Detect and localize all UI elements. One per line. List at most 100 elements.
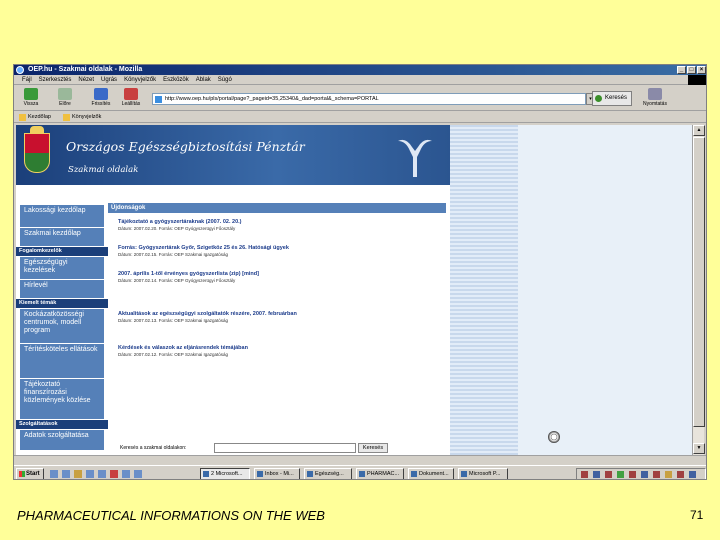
scroll-thumb[interactable] — [693, 137, 705, 427]
site-banner: Országos Egészségbiztosítási Pénztár Sza… — [16, 125, 450, 185]
back-arrow-icon — [24, 88, 38, 100]
menu-go[interactable]: Ugrás — [101, 75, 117, 84]
window-title: OEP.hu - Szakmai oldalak - Mozilla — [28, 66, 143, 73]
nav-health-treatments[interactable]: Egészségügyi kezelések — [20, 257, 104, 279]
menu-window[interactable]: Ablak — [196, 75, 211, 84]
site-search-button[interactable]: Keresés — [358, 443, 388, 453]
stop-button[interactable]: Leállítás — [118, 88, 144, 110]
web-page: Országos Egészségbiztosítási Pénztár Sza… — [16, 125, 692, 455]
quick-launch-icon[interactable] — [62, 470, 70, 478]
taskbar-item[interactable]: PHARMAC... — [356, 468, 404, 479]
quick-launch-icon[interactable] — [98, 470, 106, 478]
news-meta: Dátum: 2007.02.12. Forrás: OEP Szakmai I… — [118, 352, 228, 357]
tray-icon[interactable] — [605, 471, 612, 478]
window-controls: _ □ × — [677, 66, 706, 74]
site-search-label: Keresés a szakmai oldalakon: — [120, 445, 187, 451]
news-title-link[interactable]: Forrás: Gyógyszertárak Győr, Szigetköz 2… — [118, 245, 446, 252]
nav-financing-notices[interactable]: Tájékoztató finanszírozási közlemények k… — [20, 379, 104, 419]
quick-launch-icon[interactable] — [110, 470, 118, 478]
quick-launch-icon[interactable] — [74, 470, 82, 478]
nav-public-home[interactable]: Lakossági kezdőlap — [20, 205, 104, 227]
stop-label: Leállítás — [121, 101, 141, 107]
tray-icon[interactable] — [581, 471, 588, 478]
blank-area — [518, 125, 692, 455]
taskbar-item[interactable]: Inbox - Mi... — [254, 468, 300, 479]
nav-data-services[interactable]: Adatok szolgáltatása — [20, 430, 104, 450]
organization-name: Országos Egészségbiztosítási Pénztár — [66, 139, 305, 154]
site-search-input[interactable] — [214, 443, 356, 453]
page-icon — [155, 96, 162, 103]
site-subtitle: Szakmai oldalak — [68, 165, 139, 175]
menu-bar: Fájl Szerkesztés Nézet Ugrás Könyvjelzők… — [14, 75, 706, 85]
menu-help[interactable]: Súgó — [218, 75, 232, 84]
quick-launch-icon[interactable] — [50, 470, 58, 478]
news-meta: Dátum: 2007.02.20. Forrás: OEP Gyógyszer… — [118, 226, 236, 231]
news-item: Tájékoztató a gyógyszertáraknak (2007. 0… — [118, 219, 446, 232]
nav-newsletter[interactable]: Hírlevél — [20, 280, 104, 298]
tray-icon[interactable] — [677, 471, 684, 478]
tray-icon[interactable] — [653, 471, 660, 478]
minimize-button[interactable]: _ — [677, 66, 686, 74]
maximize-button[interactable]: □ — [687, 66, 696, 74]
nav-risk-centers[interactable]: Kockázatközösségi centrumok, modell prog… — [20, 309, 104, 343]
quick-launch-icon[interactable] — [122, 470, 130, 478]
menu-edit[interactable]: Szerkesztés — [39, 75, 72, 84]
tray-icon[interactable] — [641, 471, 648, 478]
taskbar-item[interactable]: Microsoft P... — [458, 468, 508, 479]
menu-tools[interactable]: Eszközök — [163, 75, 189, 84]
menu-file[interactable]: Fájl — [22, 75, 32, 84]
news-meta: Dátum: 2007.02.13. Forrás: OEP Szakmai I… — [118, 318, 228, 323]
news-title-link[interactable]: Aktualitások az egészségügyi szolgáltató… — [118, 311, 446, 318]
news-title-link[interactable]: Tájékoztató a gyógyszertáraknak (2007. 0… — [118, 219, 446, 226]
tray-icon[interactable] — [665, 471, 672, 478]
print-button[interactable]: Nyomtatás — [642, 88, 668, 110]
scroll-up-button[interactable]: ▲ — [693, 125, 705, 136]
forward-label: Előre — [59, 101, 71, 107]
close-button[interactable]: × — [697, 66, 706, 74]
scroll-down-button[interactable]: ▼ — [693, 443, 705, 454]
news-item: Kérdések és válaszok az eljárásrendek té… — [118, 345, 446, 358]
browser-icon — [16, 66, 24, 74]
forward-button[interactable]: Előre — [52, 88, 78, 110]
nav-paid-services[interactable]: Térítésköteles ellátások — [20, 344, 104, 378]
news-item: Forrás: Gyógyszertárak Győr, Szigetköz 2… — [118, 245, 446, 258]
tray-icon[interactable] — [689, 471, 696, 478]
nav-professional-home[interactable]: Szakmai kezdőlap — [20, 228, 104, 246]
quick-launch-icon[interactable] — [86, 470, 94, 478]
stop-icon — [124, 88, 138, 100]
print-label: Nyomtatás — [643, 101, 667, 107]
tray-icon[interactable] — [629, 471, 636, 478]
tray-icon[interactable] — [593, 471, 600, 478]
nav-section-concepts: Fogalomkezelők — [16, 247, 108, 256]
taskbar-item[interactable]: Egészség... — [304, 468, 352, 479]
personal-toolbar: Kezdőlap Könyvjelzők — [14, 112, 706, 123]
reload-icon — [94, 88, 108, 100]
home-link[interactable]: Kezdőlap — [18, 112, 51, 123]
tray-icon[interactable] — [617, 471, 624, 478]
menu-bookmarks[interactable]: Könyvjelzők — [124, 75, 156, 84]
search-button[interactable]: Keresés — [592, 91, 632, 106]
address-bar[interactable]: http://www.oep.hu/pls/portal/page?_pagei… — [152, 93, 586, 105]
slide-page-number: 71 — [690, 508, 704, 522]
system-tray — [576, 468, 706, 479]
news-title-link[interactable]: 2007. április 1-től érvényes gyógyszerli… — [118, 271, 446, 278]
quick-launch-icon[interactable] — [134, 470, 142, 478]
news-title-link[interactable]: Kérdések és válaszok az eljárásrendek té… — [118, 345, 446, 352]
printer-icon — [648, 88, 662, 100]
start-button[interactable]: Start — [16, 468, 44, 479]
main-content: Újdonságok Tájékoztató a gyógyszertárakn… — [108, 185, 450, 455]
browser-logo — [688, 75, 706, 85]
title-bar: OEP.hu - Szakmai oldalak - Mozilla _ □ × — [14, 65, 706, 75]
bookmarks-link[interactable]: Könyvjelzők — [62, 112, 101, 123]
back-button[interactable]: Vissza — [18, 88, 44, 110]
news-item: Aktualitások az egészségügyi szolgáltató… — [118, 311, 446, 324]
caduceus-logo-icon — [398, 139, 432, 177]
reload-button[interactable]: Frissítés — [88, 88, 114, 110]
vertical-scrollbar[interactable]: ▲ ▼ — [692, 125, 705, 455]
news-item: 2007. április 1-től érvényes gyógyszerli… — [118, 271, 446, 284]
taskbar-item[interactable]: 2 Microsoft... — [200, 468, 250, 479]
slide-footer: PHARMACEUTICAL INFORMATIONS ON THE WEB — [17, 508, 325, 523]
forward-arrow-icon — [58, 88, 72, 100]
menu-view[interactable]: Nézet — [78, 75, 94, 84]
taskbar-item[interactable]: Dokument... — [408, 468, 454, 479]
